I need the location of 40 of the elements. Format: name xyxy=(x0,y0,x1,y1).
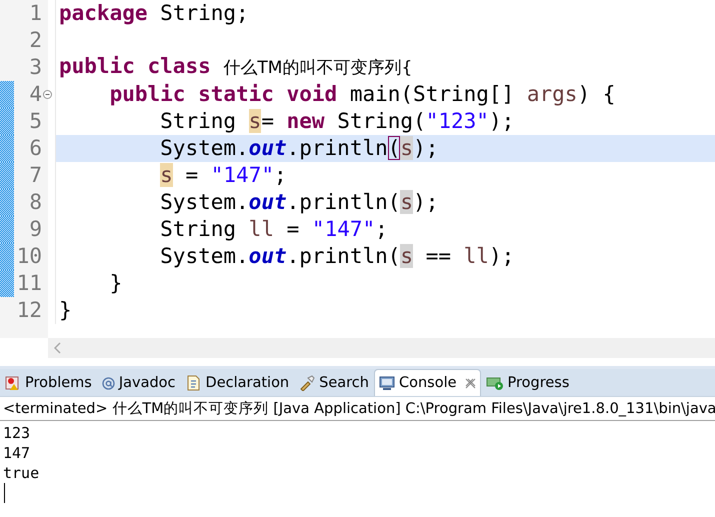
document-icon xyxy=(186,375,202,391)
view-tab[interactable]: Console xyxy=(374,369,481,396)
line-number: 2 xyxy=(28,27,42,54)
code-line: s = "147"; xyxy=(159,162,287,189)
line-number: 3 xyxy=(28,54,42,81)
code-line: System.out.println(s); xyxy=(159,189,438,216)
console-header: <terminated> 什么TM的叫不可变序列 [Java Application] C:\Program Files\Java\jre1.8.0_131\bin\java xyxy=(0,397,715,421)
problems-icon xyxy=(5,375,21,391)
text-cursor xyxy=(4,483,5,503)
line-number: 1 xyxy=(28,0,42,27)
code-editor[interactable] xyxy=(0,0,715,338)
code-line: package String; xyxy=(59,0,249,27)
line-number: 12 xyxy=(16,297,42,324)
close-icon[interactable] xyxy=(464,378,476,388)
monitor-icon xyxy=(378,375,395,391)
code-line: } xyxy=(108,270,122,297)
progress-icon xyxy=(486,375,504,391)
chevron-left-icon[interactable] xyxy=(54,342,62,354)
line-number: 10 xyxy=(16,243,42,270)
code-line: public class 什么TM的叫不可变序列{ xyxy=(59,53,412,80)
code-line: System.out.println(s == ll); xyxy=(159,243,514,270)
line-number: 8 xyxy=(28,189,42,216)
collapse-icon[interactable] xyxy=(42,90,52,99)
flashlight-icon xyxy=(299,375,316,391)
line-number: 11 xyxy=(16,270,42,297)
code-line: String s= new String("123"); xyxy=(159,108,514,135)
line-number: 9 xyxy=(28,216,42,243)
line-number: 5 xyxy=(28,108,42,135)
code-line: String ll = "147"; xyxy=(159,216,388,243)
code-line: public static void main(String[] args) { xyxy=(108,81,616,108)
console-output-line: true xyxy=(3,464,40,482)
line-number: 4 xyxy=(28,81,42,108)
at-sign-icon xyxy=(102,376,115,390)
line-number: 7 xyxy=(28,162,42,189)
code-line: } xyxy=(59,297,72,324)
line-number: 6 xyxy=(28,135,42,162)
console-output-line: 147 xyxy=(3,444,30,462)
horizontal-scrollbar[interactable] xyxy=(48,338,715,358)
code-line: System.out.println(s); xyxy=(159,135,438,162)
console-output-line: 123 xyxy=(3,424,30,442)
